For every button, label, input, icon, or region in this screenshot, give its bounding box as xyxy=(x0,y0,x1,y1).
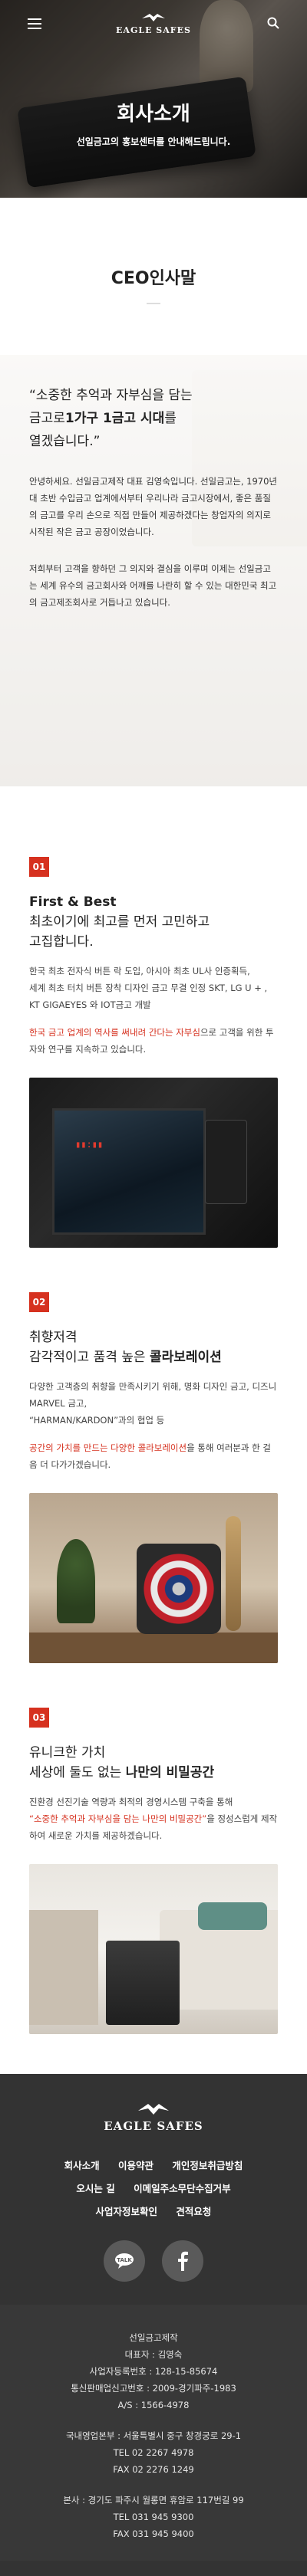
footer-link-email-policy[interactable]: 이메일주소무단수집거부 xyxy=(134,2183,231,2194)
footer-links: 회사소개 이용약관 개인정보취급방침 오시는 길 이메일주소무단수집거부 사업자… xyxy=(0,2154,307,2223)
footer-link-quote[interactable]: 견적요청 xyxy=(176,2206,211,2217)
eagle-logo-icon xyxy=(115,12,192,25)
page-subtitle: 선일금고의 홍보센터를 안내해드립니다. xyxy=(76,136,231,147)
section-title: 유니크한 가치 세상에 둘도 없는 나만의 비밀공간 xyxy=(29,1745,215,1780)
footer: EAGLE SAFES 회사소개 이용약관 개인정보취급방침 오시는 길 이메일… xyxy=(0,2074,307,2576)
section-body: 다양한 고객층의 취향을 만족시키기 위해, 명화 디자인 금고, 디즈니 MA… xyxy=(29,1381,277,1470)
section-first-best: 01 First & Best 최초이기에 최고를 먼저 고민하고 고집합니다.… xyxy=(0,857,307,1248)
ceo-quote: “소중한 추억과 자부심을 담는 금고로1가구 1금고 시대를 열겠습니다.” xyxy=(29,388,193,449)
top-bar: EAGLE SAFES xyxy=(0,0,307,49)
section-number: 01 xyxy=(29,857,49,877)
ceo-heading: CEO인사말 xyxy=(111,264,196,289)
footer-logo[interactable]: EAGLE SAFES xyxy=(0,2102,307,2133)
logo-text: EAGLE SAFES xyxy=(116,25,191,35)
hamburger-menu-icon[interactable] xyxy=(28,18,41,29)
section-body: 한국 최초 전자식 버튼 락 도입, 아시아 최초 UL사 인증획득, 세계 최… xyxy=(29,966,274,1055)
search-icon[interactable] xyxy=(267,17,279,29)
footer-link-about[interactable]: 회사소개 xyxy=(64,2160,100,2171)
ceo-greeting: “소중한 추억과 자부심을 담는 금고로1가구 1금고 시대를 열겠습니다.” … xyxy=(0,355,307,786)
footer-link-privacy[interactable]: 개인정보취급방침 xyxy=(172,2160,243,2171)
footer-link-directions[interactable]: 오시는 길 xyxy=(76,2183,114,2194)
social-links: TALK xyxy=(0,2240,307,2282)
ceo-paragraph-1: 안녕하세요. 선일금고제작 대표 김영숙입니다. 선일금고는, 1970년 대 … xyxy=(29,476,278,537)
ceo-heading-block: CEO인사말 xyxy=(0,198,307,355)
svg-text:TALK: TALK xyxy=(117,2257,132,2263)
section-image-bedroom-safe xyxy=(29,1864,278,2034)
section-collaboration: 02 취향저격 감각적이고 품격 높은 콜라보레이션 다양한 고객층의 취향을 … xyxy=(0,1292,307,1663)
section-image-safe-display: ▮▮:▮▮ xyxy=(29,1078,278,1248)
hero-banner: EAGLE SAFES 회사소개 선일금고의 홍보센터를 안내해드립니다. xyxy=(0,0,307,198)
section-body: 진환경 선진기술 역량과 최적의 경영시스템 구축을 통해 “소중한 추억과 자… xyxy=(29,1797,278,1841)
ceo-paragraph-2: 저희부터 고객을 향하던 그 의지와 결심을 이루며 이제는 선일금고는 세계 … xyxy=(29,563,277,608)
section-unique-value: 03 유니크한 가치 세상에 둘도 없는 나만의 비밀공간 진환경 선진기술 역… xyxy=(0,1708,307,2034)
section-image-marvel-safe xyxy=(29,1493,278,1663)
facebook-icon[interactable] xyxy=(162,2240,203,2282)
eagle-logo-icon xyxy=(0,2102,307,2119)
section-title: 취향저격 감각적이고 품격 높은 콜라보레이션 xyxy=(29,1330,222,1365)
kakaotalk-icon[interactable]: TALK xyxy=(104,2240,145,2282)
section-number: 03 xyxy=(29,1708,49,1728)
footer-logo-text: EAGLE SAFES xyxy=(104,2119,203,2133)
logo[interactable]: EAGLE SAFES xyxy=(115,12,192,35)
section-number: 02 xyxy=(29,1292,49,1312)
section-title: First & Best 최초이기에 최고를 먼저 고민하고 고집합니다. xyxy=(29,894,210,950)
footer-link-biz-info[interactable]: 사업자정보확인 xyxy=(96,2206,158,2217)
company-info: 선일금고제작 대표자 : 김영숙 사업자등록번호 : 128-15-85674 … xyxy=(0,2305,307,2561)
footer-link-terms[interactable]: 이용약관 xyxy=(118,2160,154,2171)
page-title: 회사소개 xyxy=(117,103,190,126)
